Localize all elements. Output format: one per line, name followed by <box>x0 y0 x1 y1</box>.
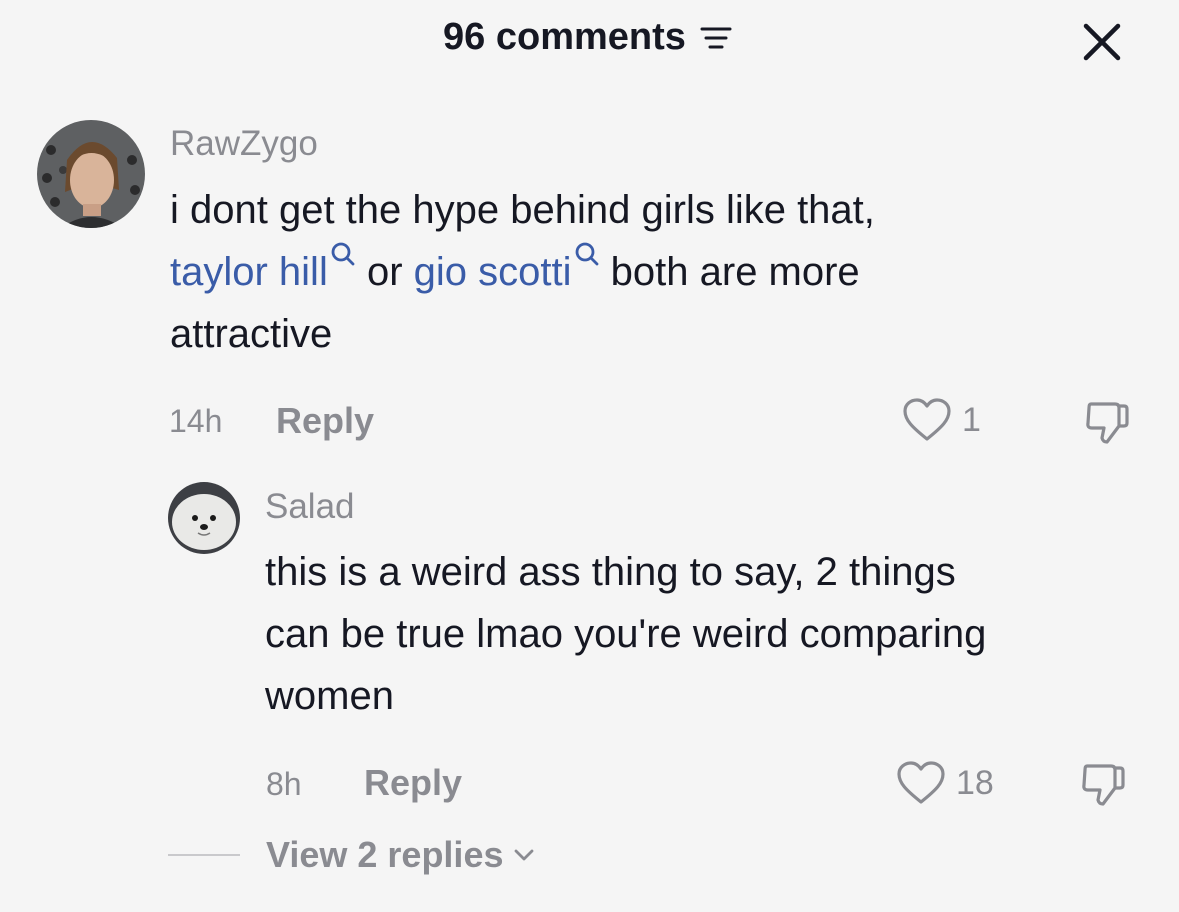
like-button[interactable]: 18 <box>896 760 994 806</box>
seal-avatar-image <box>168 482 240 554</box>
avatar[interactable] <box>37 120 145 228</box>
chevron-down-icon <box>515 849 534 861</box>
reply-button[interactable]: Reply <box>364 762 462 804</box>
comment-text: i dont get the hype behind girls like th… <box>170 179 1070 365</box>
user-avatar-image <box>37 120 145 228</box>
comment-timestamp: 14h <box>169 403 223 439</box>
comments-header: 96 comments <box>0 0 1179 80</box>
mention-label: taylor hill <box>170 250 328 294</box>
like-count: 18 <box>956 763 994 802</box>
view-replies-button[interactable]: View 2 replies <box>168 834 537 876</box>
divider <box>168 854 240 856</box>
mention-link[interactable]: gio scotti <box>413 242 600 294</box>
mention-label: gio scotti <box>413 250 572 294</box>
filter-lines-icon[interactable] <box>696 18 736 58</box>
comment-username[interactable]: Salad <box>265 487 355 527</box>
search-icon <box>575 242 598 266</box>
comments-title[interactable]: 96 comments <box>0 16 1179 59</box>
dislike-icon[interactable] <box>1078 760 1128 810</box>
view-replies-label: View 2 replies <box>266 834 504 875</box>
comment-text-line: i dont get the hype behind girls like th… <box>170 188 875 232</box>
comment-timestamp: 8h <box>266 766 302 802</box>
mention-link[interactable]: taylor hill <box>170 242 356 294</box>
dislike-icon[interactable] <box>1082 398 1132 448</box>
comment-text-line: taylor hill or gio scotti both are more <box>170 241 1070 303</box>
comment-text: this is a weird ass thing to say, 2 thin… <box>265 541 1145 727</box>
search-icon <box>331 242 355 266</box>
comment-text-line: this is a weird ass thing to say, 2 thin… <box>265 550 956 594</box>
reply-button[interactable]: Reply <box>276 400 374 442</box>
heart-icon <box>897 761 945 804</box>
heart-icon <box>903 398 951 441</box>
comment-text-line: women <box>265 674 394 718</box>
comment-username[interactable]: RawZygo <box>170 124 318 164</box>
comment-text-line: attractive <box>170 312 333 356</box>
comments-count-label: 96 comments <box>443 16 686 58</box>
close-icon[interactable] <box>1078 18 1126 66</box>
like-button[interactable]: 1 <box>902 397 981 443</box>
comment-text-fragment: both are more <box>610 250 860 294</box>
like-count: 1 <box>962 400 981 439</box>
comment-text-fragment: or <box>366 250 403 294</box>
comment-text-line: can be true lmao you're weird comparing <box>265 612 987 656</box>
avatar[interactable] <box>168 482 240 554</box>
